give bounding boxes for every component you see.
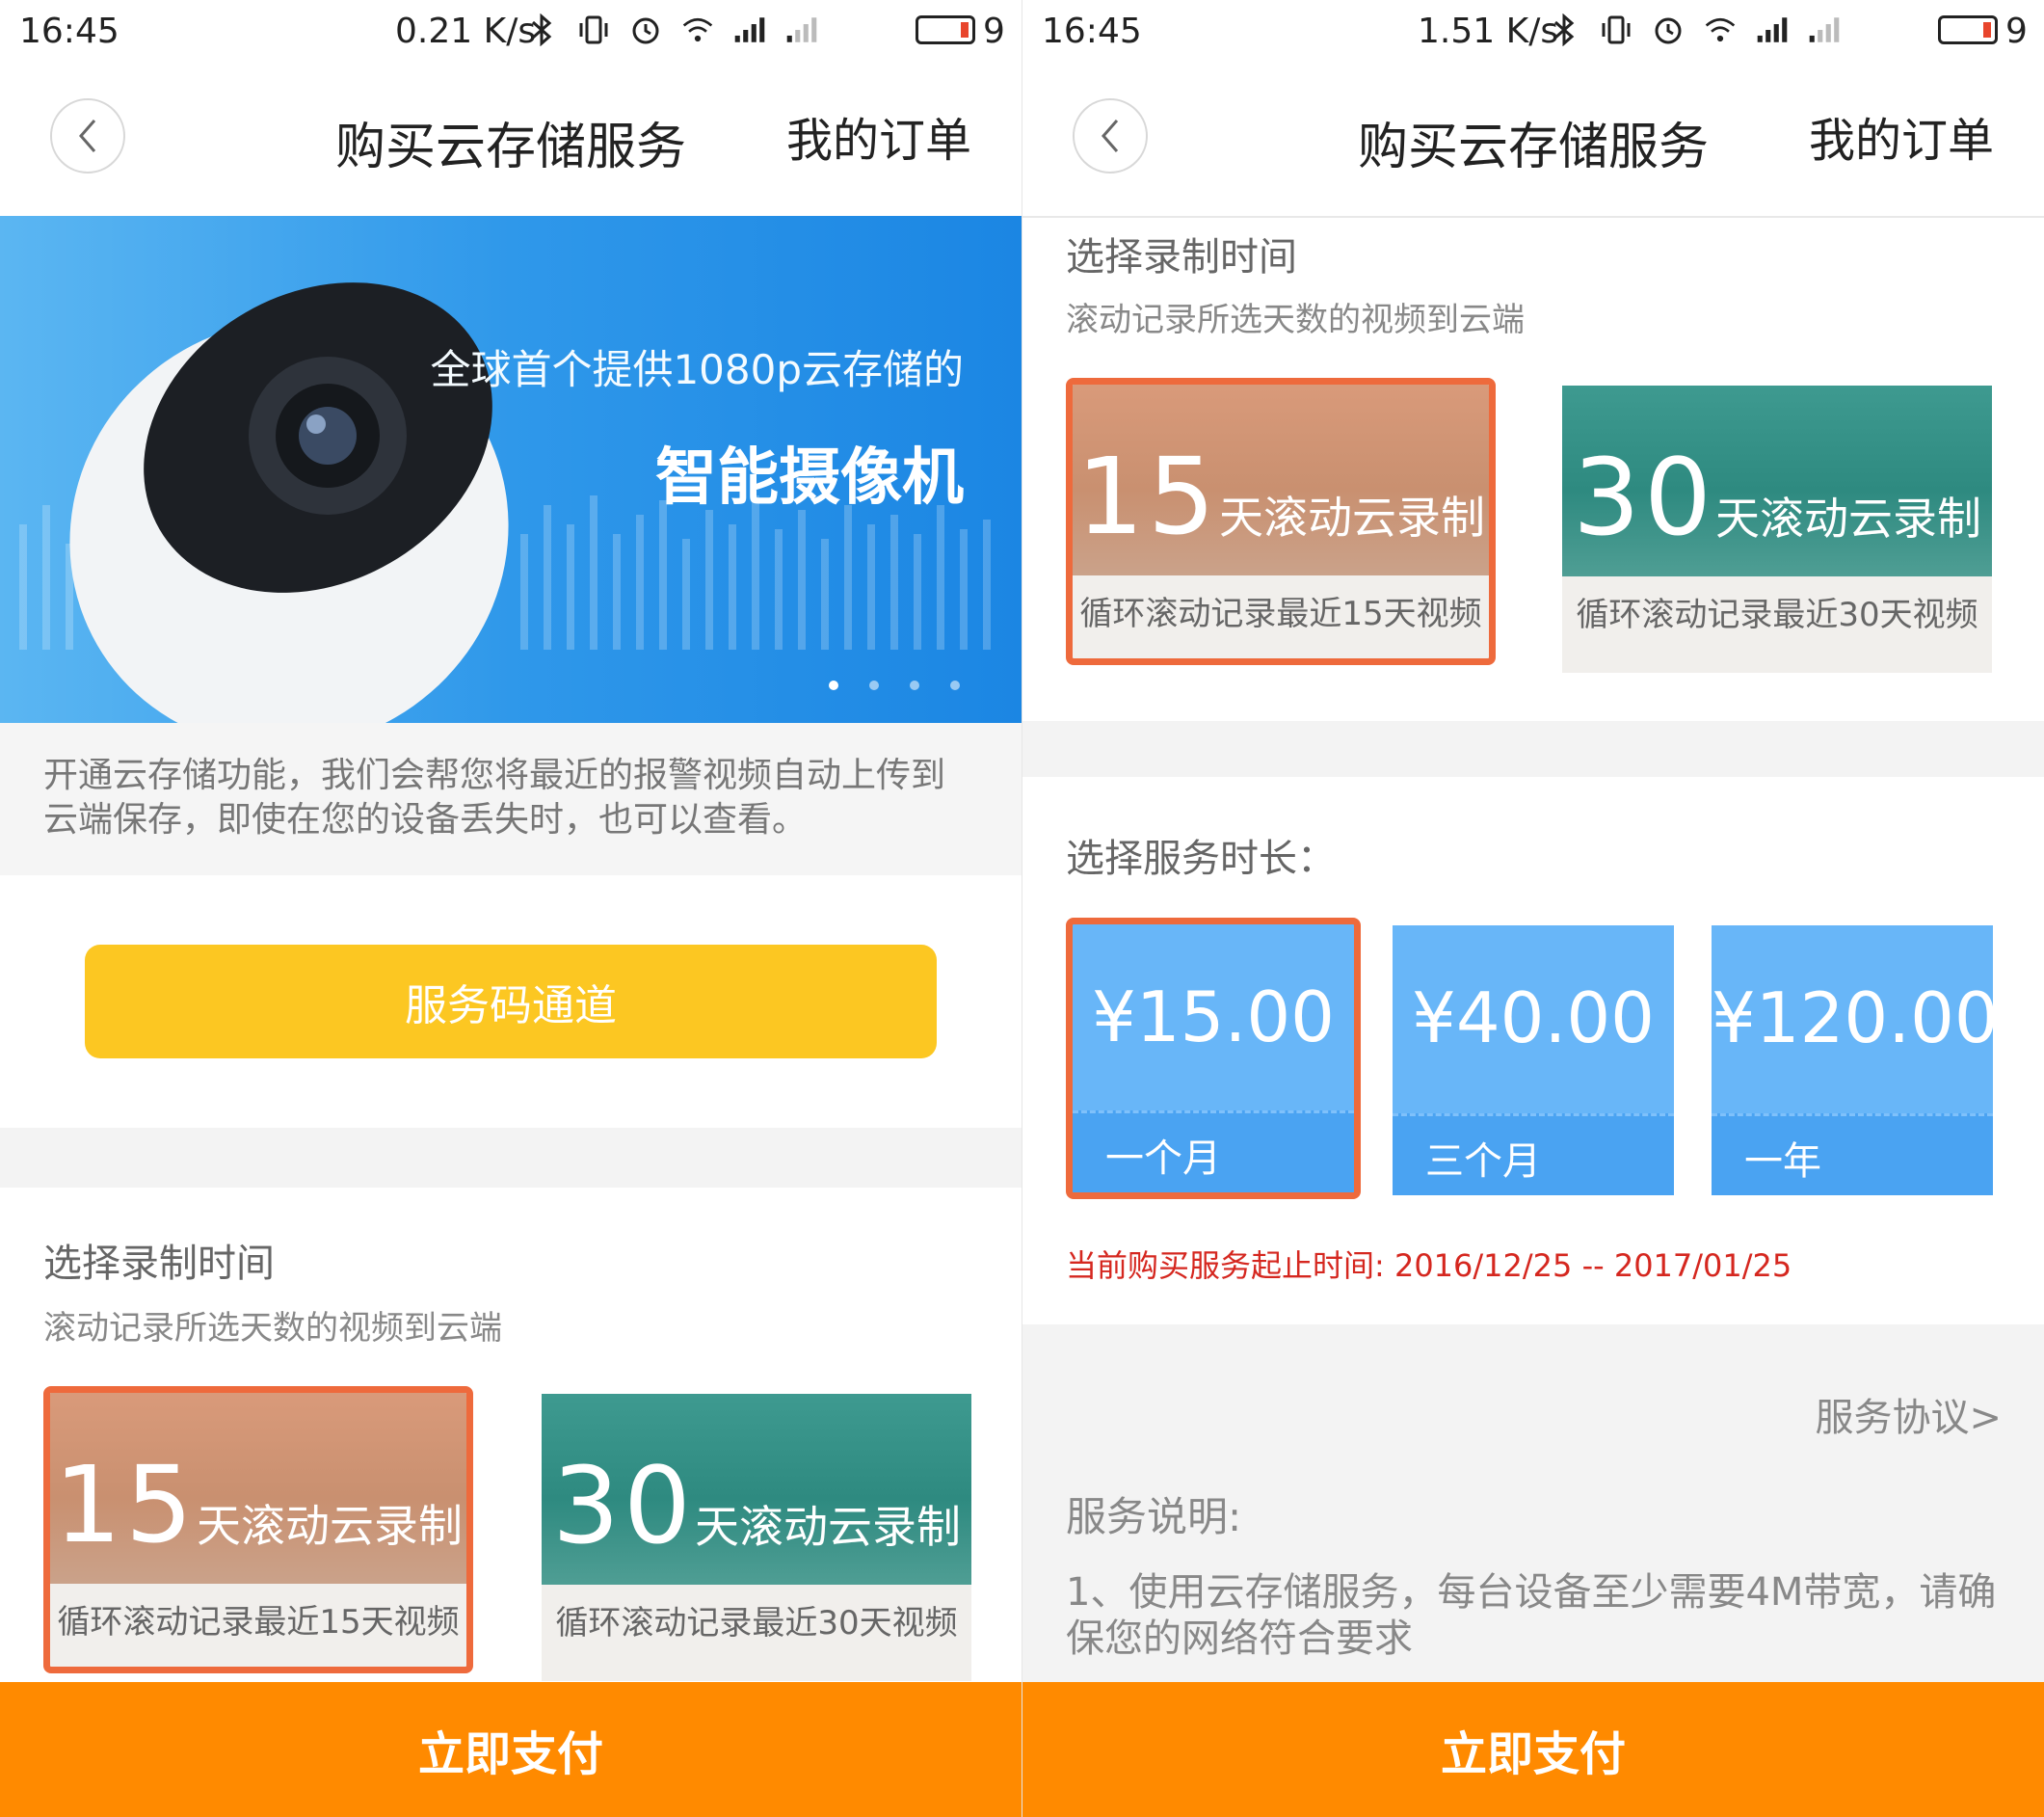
status-bar: 16:45 0.21 K/s 9: [0, 0, 1022, 64]
record-section-title: 选择录制时间: [1066, 235, 1297, 280]
price-value: ¥120.00: [1712, 977, 1993, 1058]
wifi-icon: [1704, 13, 1737, 46]
alarm-icon: [1652, 13, 1685, 46]
battery-icon: [1938, 15, 1998, 44]
top-nav-bar: 购买云存储服务 我的订单: [0, 64, 1022, 218]
service-agreement-link[interactable]: 服务协议>: [1815, 1386, 2002, 1442]
section-divider: [0, 1128, 1022, 1188]
plan-description: 循环滚动记录最近30天视频: [1576, 596, 1978, 634]
pay-now-button[interactable]: 立即支付: [0, 1682, 1022, 1817]
price-value: ¥40.00: [1412, 977, 1655, 1058]
bluetooth-icon: [1548, 13, 1580, 46]
plan-card-30-days[interactable]: 30天滚动云录制 循环滚动记录最近30天视频: [1562, 386, 1992, 673]
status-bar: 16:45 1.51 K/s 9: [1022, 0, 2044, 64]
section-divider: [1022, 721, 2044, 777]
intro-section: 开通云存储功能，我们会帮您将最近的报警视频自动上传到云端保存，即使在您的设备丢失…: [0, 723, 1022, 875]
plan-days: 30: [552, 1444, 695, 1567]
vibrate-icon: [577, 13, 610, 46]
right-screen: 16:45 1.51 K/s 9 购买云存储服务 我的订单 选择录制时间 滚动记…: [1022, 0, 2044, 1817]
price-value: ¥15.00: [1092, 976, 1335, 1057]
banner-headline: 全球首个提供1080p云存储的: [430, 346, 964, 393]
banner-product-name: 智能摄像机: [655, 442, 964, 514]
plan-title: 30天滚动云录制: [542, 1444, 971, 1567]
carousel-indicator: [829, 681, 960, 690]
plan-days: 30: [1573, 436, 1715, 559]
record-section-subtitle: 滚动记录所选天数的视频到云端: [1066, 301, 1525, 339]
signal-icon: [733, 13, 766, 46]
signal-4g-icon: [1808, 13, 1841, 46]
intro-text: 开通云存储功能，我们会帮您将最近的报警视频自动上传到云端保存，即使在您的设备丢失…: [43, 756, 946, 840]
battery-icon: [916, 15, 975, 44]
record-section-subtitle: 滚动记录所选天数的视频到云端: [43, 1309, 502, 1348]
wifi-icon: [681, 13, 714, 46]
plan-unit: 天滚动云录制: [694, 1501, 961, 1553]
status-icons: [525, 13, 818, 46]
service-note-item: 1、使用云存储服务，每台设备至少需要4M带宽，请确保您的网络符合要求: [1066, 1570, 1997, 1661]
price-duration-label: 三个月: [1425, 1139, 1541, 1184]
plan-unit: 天滚动云录制: [196, 1500, 463, 1552]
battery-level: 9: [2005, 12, 2028, 51]
service-period-text: 当前购买服务起止时间: 2016/12/25 -- 2017/01/25: [1066, 1247, 1792, 1284]
price-duration-label: 一年: [1744, 1139, 1821, 1184]
carousel-dot: [950, 681, 960, 690]
status-time: 16:45: [19, 12, 119, 51]
status-net-speed: 1.51 K/s: [1418, 12, 1559, 51]
price-footer: 一个月: [1073, 1110, 1354, 1192]
signal-4g-icon: [785, 13, 818, 46]
price-footer: 三个月: [1393, 1113, 1674, 1195]
left-screen: 16:45 0.21 K/s 9 购买云存储服务 我的订单 全球首个提供1080…: [0, 0, 1022, 1817]
service-code-button[interactable]: 服务码通道: [85, 945, 937, 1058]
plan-description: 循环滚动记录最近30天视频: [555, 1604, 958, 1643]
plan-title: 30天滚动云录制: [1562, 436, 1992, 559]
plan-title: 15天滚动云录制: [50, 1443, 466, 1566]
battery-level: 9: [983, 12, 1005, 51]
signal-icon: [1756, 13, 1789, 46]
alarm-icon: [629, 13, 662, 46]
my-orders-link[interactable]: 我的订单: [786, 102, 971, 170]
plan-unit: 天滚动云录制: [1218, 492, 1485, 544]
plan-description: 循环滚动记录最近15天视频: [57, 1603, 460, 1642]
service-notes-title: 服务说明:: [1066, 1493, 1242, 1540]
vibrate-icon: [1600, 13, 1633, 46]
plan-card-15-days[interactable]: 15天滚动云录制 循环滚动记录最近15天视频: [43, 1386, 473, 1673]
camera-image: [69, 282, 509, 723]
plan-card-15-days[interactable]: 15天滚动云录制 循环滚动记录最近15天视频: [1066, 378, 1496, 665]
carousel-dot: [869, 681, 879, 690]
price-option-one-month[interactable]: ¥15.00 一个月: [1066, 918, 1361, 1199]
plan-card-30-days[interactable]: 30天滚动云录制 循环滚动记录最近30天视频: [542, 1394, 971, 1681]
status-time: 16:45: [1042, 12, 1142, 51]
status-icons: [1548, 13, 1841, 46]
my-orders-link[interactable]: 我的订单: [1809, 102, 1994, 170]
top-nav-bar: 购买云存储服务 我的订单: [1022, 64, 2044, 218]
plan-days: 15: [1076, 435, 1219, 558]
plan-unit: 天滚动云录制: [1714, 493, 1981, 545]
carousel-dot-active: [829, 681, 838, 690]
status-net-speed: 0.21 K/s: [395, 12, 537, 51]
price-option-one-year[interactable]: ¥120.00 一年: [1712, 925, 1993, 1195]
price-duration-label: 一个月: [1105, 1136, 1221, 1181]
record-section-title: 选择录制时间: [43, 1242, 275, 1286]
bluetooth-icon: [525, 13, 558, 46]
plan-days: 15: [54, 1443, 197, 1566]
plan-description: 循环滚动记录最近15天视频: [1079, 595, 1482, 633]
plan-title: 15天滚动云录制: [1073, 435, 1489, 558]
duration-section-title: 选择服务时长：: [1066, 837, 1336, 881]
price-option-three-months[interactable]: ¥40.00 三个月: [1393, 925, 1674, 1195]
pay-now-button[interactable]: 立即支付: [1022, 1682, 2044, 1817]
price-footer: 一年: [1712, 1113, 1993, 1195]
promo-banner[interactable]: 全球首个提供1080p云存储的 智能摄像机: [0, 216, 1022, 723]
carousel-dot: [910, 681, 919, 690]
